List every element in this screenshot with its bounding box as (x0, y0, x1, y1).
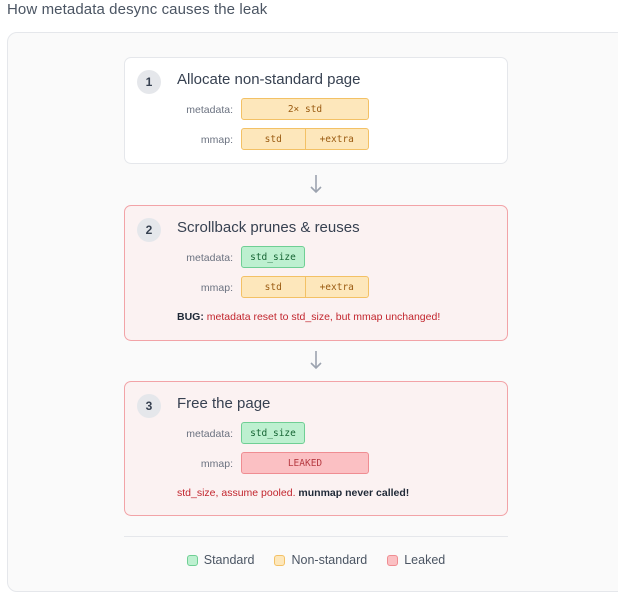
step-2-card: 2 Scrollback prunes & reuses metadata: s… (124, 205, 508, 341)
leaked-swatch (387, 554, 399, 566)
step-1-mmap-bar: std +extra (241, 128, 369, 150)
step-2-mmap-extra-segment: +extra (304, 277, 369, 297)
step-2-bug-label: BUG: (177, 311, 204, 323)
step-2-metadata-label: metadata: (186, 252, 233, 264)
step-3-mmap-label: mmap: (200, 458, 233, 470)
step-3-note-text: std_size, assume pooled. (177, 487, 299, 499)
step-3-number: 3 (137, 394, 161, 418)
step-3-mmap-leaked-text: LEAKED (287, 457, 323, 469)
standard-swatch (186, 554, 198, 566)
legend-item-non-standard: Non-standard (274, 553, 367, 567)
page-title: How metadata desync causes the leak (7, 1, 268, 18)
non-standard-swatch (274, 554, 286, 566)
legend-item-leaked: Leaked (387, 553, 445, 567)
step-2-bug-text: metadata reset to std_size, but mmap unc… (203, 311, 441, 323)
step-3-metadata-label: metadata: (186, 428, 233, 440)
step-1-mmap-label: mmap: (200, 134, 233, 146)
step-1-number: 1 (137, 70, 161, 94)
legend-divider (124, 536, 508, 537)
step-2-mmap-bar: std +extra (241, 276, 369, 298)
step-1-metadata-bar-text: 2× std (287, 103, 323, 115)
legend: Standard Non-standard Leaked (8, 553, 618, 567)
step-1-mmap-std-segment: std (264, 133, 282, 145)
step-2-number: 2 (137, 218, 161, 242)
legend-leaked-label: Leaked (404, 553, 446, 567)
step-2-mmap-label: mmap: (200, 282, 233, 294)
step-2-bug-note: BUG: metadata reset to std_size, but mma… (177, 311, 440, 323)
step-2-title: Scrollback prunes & reuses (177, 219, 360, 236)
step-2-metadata-bar: std_size (241, 246, 305, 268)
step-3-card: 3 Free the page metadata: std_size mmap:… (124, 381, 508, 516)
arrow-down-icon (310, 175, 322, 194)
step-2-metadata-bar-text: std_size (250, 251, 296, 263)
step-3-metadata-bar: std_size (241, 422, 305, 444)
step-3-title: Free the page (177, 395, 271, 412)
legend-non-standard-label: Non-standard (291, 553, 368, 567)
step-1-title: Allocate non-standard page (177, 71, 361, 88)
step-1-card: 1 Allocate non-standard page metadata: 2… (124, 57, 508, 164)
step-3-note-bold: munmap never called! (298, 487, 410, 499)
step-1-metadata-label: metadata: (186, 104, 233, 116)
legend-standard-label: Standard (203, 553, 255, 567)
step-2-mmap-std-segment: std (264, 281, 282, 293)
diagram-panel: 1 Allocate non-standard page metadata: 2… (7, 32, 618, 592)
step-3-metadata-bar-text: std_size (250, 427, 296, 439)
step-3-mmap-bar: LEAKED (241, 452, 369, 474)
step-1-mmap-extra-segment: +extra (304, 129, 369, 149)
arrow-down-icon (310, 351, 322, 370)
step-1-metadata-bar: 2× std (241, 98, 369, 120)
legend-item-standard: Standard (186, 553, 255, 567)
step-3-note: std_size, assume pooled. munmap never ca… (177, 487, 409, 499)
